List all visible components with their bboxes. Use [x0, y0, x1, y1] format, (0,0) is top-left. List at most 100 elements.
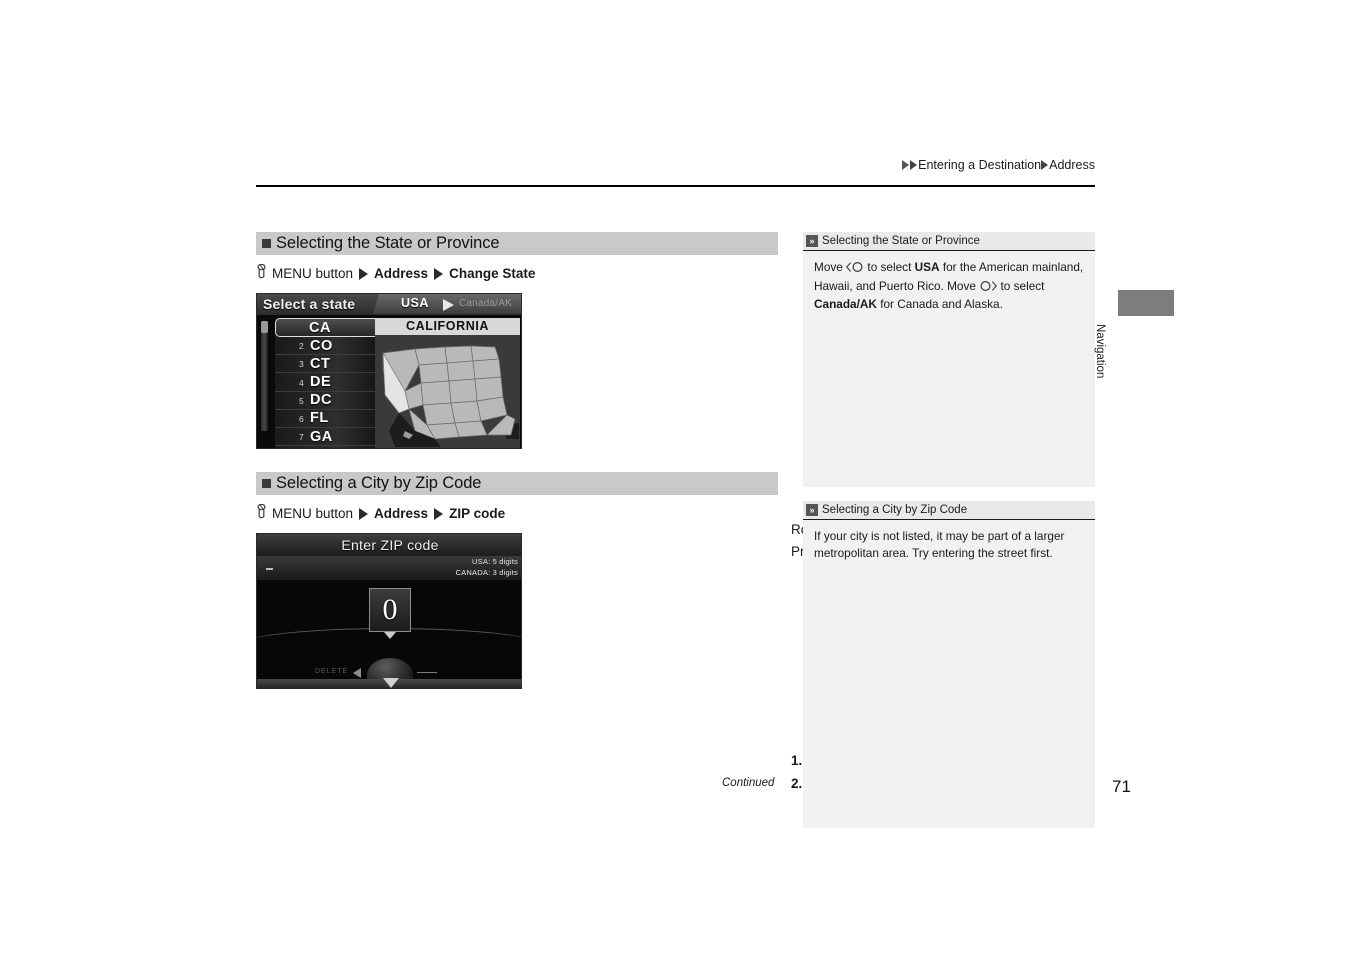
nav-screenshot-enter-zip: Enter ZIP code USA: 5 digits CANADA: 3 d… — [256, 533, 522, 689]
menu-knob-icon — [256, 263, 267, 283]
menu-path-state: MENU button Address Change State — [256, 263, 778, 283]
manual-page: Entering a Destination Address Selecting… — [0, 0, 1350, 954]
note-selecting-state: » Selecting the State or Province Move t… — [803, 232, 1095, 487]
path-arrow-icon-3 — [359, 507, 369, 520]
note-body-part-1: Move — [814, 260, 843, 274]
section-heading-state: Selecting the State or Province — [256, 232, 778, 255]
section-heading-zip: Selecting a City by Zip Code — [256, 472, 778, 495]
state-list-index: 6 — [299, 413, 304, 424]
map-state-name: CALIFORNIA — [375, 318, 520, 335]
menu-path-step-2-zip: ZIP code — [449, 506, 506, 521]
breadcrumb-arrow-icon-2 — [910, 160, 918, 170]
sidebar-notes-column: » Selecting the State or Province Move t… — [803, 232, 1095, 828]
state-list-abbr: DC — [310, 392, 332, 409]
scrollbar[interactable] — [261, 321, 268, 431]
state-list-item[interactable]: 5 DC — [275, 392, 380, 410]
state-list-index: 4 — [299, 377, 304, 388]
bottom-selector-icon — [383, 678, 399, 688]
note-title-2: Selecting a City by Zip Code — [822, 504, 968, 516]
note-body-part-4: to select — [1000, 278, 1045, 293]
breadcrumb-level-2: Address — [1049, 158, 1095, 172]
step-number-1: 1. — [791, 753, 803, 768]
screenshot-body: CA 2 CO 3 CT 4 DE 5 DC 6 FL 7 GA CALIFORNIA — [257, 315, 521, 448]
note-badge-icon: » — [806, 235, 818, 247]
note-header-2: » Selecting a City by Zip Code — [803, 501, 1095, 520]
menu-knob-icon-2 — [256, 503, 267, 523]
note-body: Move to select USA for the American main… — [803, 251, 1095, 487]
step-number-2: 2. — [791, 775, 803, 791]
note-body-part-2: to select — [867, 260, 912, 274]
zip-keyboard-area: 0 YZ0123456789ABCEGHIJKLM DELETE — [257, 580, 521, 688]
menu-path-step-1: Address — [374, 266, 429, 281]
state-map-panel: CALIFORNIA — [375, 318, 520, 448]
state-list-item[interactable]: 4 DE — [275, 373, 380, 392]
section-title-2: Selecting a City by Zip Code — [276, 474, 482, 492]
page-number: 71 — [1112, 777, 1131, 796]
joystick-left-icon — [846, 261, 864, 278]
state-list-item[interactable]: 3 CT — [275, 355, 380, 374]
menu-path-label: MENU button — [272, 266, 354, 281]
hint-usa: USA: 5 digits — [472, 557, 518, 566]
note-header: » Selecting the State or Province — [803, 232, 1095, 251]
selected-character: 0 — [382, 593, 398, 626]
tab-usa[interactable]: USA — [401, 296, 429, 310]
menu-path-zip: MENU button Address ZIP code — [256, 503, 778, 523]
tab-canada-ak[interactable]: Canada/AK — [459, 298, 512, 309]
state-list[interactable]: CA 2 CO 3 CT 4 DE 5 DC 6 FL 7 GA — [275, 318, 380, 448]
state-list-item[interactable]: 7 GA — [275, 428, 380, 447]
right-divider — [417, 672, 437, 673]
note-bold-canada: Canada/AK — [814, 297, 877, 311]
state-list-index: 3 — [299, 359, 304, 370]
zip-input-field[interactable]: USA: 5 digits CANADA: 3 digits — [257, 556, 521, 580]
state-list-abbr: CT — [310, 355, 331, 372]
screenshot-title: Select a state — [263, 296, 356, 312]
menu-path-step-2: Change State — [449, 266, 536, 281]
zip-screen-title: Enter ZIP code — [257, 534, 521, 556]
main-content-column: Selecting the State or Province MENU but… — [256, 232, 1034, 792]
section-bullet-icon — [262, 239, 271, 248]
state-list-item[interactable]: 2 CO — [275, 337, 380, 356]
selected-character-box: 0 — [369, 588, 411, 632]
note-body-part-5: for Canada and Alaska. — [880, 297, 1003, 311]
nav-screenshot-select-state: Select a state USA Canada/AK CA 2 CO 3 CT 4 DE… — [256, 293, 522, 449]
breadcrumb: Entering a Destination Address — [255, 158, 1095, 172]
state-list-index: 2 — [299, 341, 304, 352]
chapter-tab-label: Navigation — [1094, 324, 1106, 379]
scrollbar-thumb[interactable] — [261, 321, 268, 333]
note-selecting-city-zip: » Selecting a City by Zip Code If your c… — [803, 501, 1095, 828]
note-badge-icon-2: » — [806, 504, 818, 516]
tab-next-arrow-icon — [443, 299, 454, 311]
note-body-2: If your city is not listed, it may be pa… — [803, 520, 1095, 828]
state-list-item[interactable]: 6 FL — [275, 410, 380, 428]
state-list-abbr: CA — [309, 319, 331, 336]
path-arrow-icon — [359, 267, 369, 280]
menu-path-label-2: MENU button — [272, 506, 354, 521]
section-title: Selecting the State or Province — [276, 234, 500, 252]
delete-label[interactable]: DELETE — [315, 668, 348, 675]
breadcrumb-level-1: Entering a Destination — [918, 158, 1042, 172]
breadcrumb-arrow-icon-3 — [1041, 160, 1049, 170]
delete-arrow-icon[interactable] — [353, 668, 361, 678]
menu-path-step-1-zip: Address — [374, 506, 429, 521]
header-rule — [256, 185, 1095, 187]
state-list-index: 7 — [299, 432, 304, 443]
note-title: Selecting the State or Province — [822, 235, 980, 247]
chapter-tab-block — [1118, 290, 1174, 316]
path-arrow-icon-2 — [434, 267, 444, 280]
state-list-index: 5 — [299, 395, 304, 406]
continued-label: Continued — [722, 777, 775, 789]
joystick-right-icon — [979, 280, 998, 297]
state-list-abbr: CO — [310, 337, 333, 354]
usa-map-image — [375, 335, 520, 448]
path-arrow-icon-4 — [434, 507, 444, 520]
zip-digit-hint: USA: 5 digits CANADA: 3 digits — [456, 557, 518, 578]
zip-entry-placeholder — [266, 568, 273, 570]
section-bullet-icon-2 — [262, 479, 271, 488]
state-list-abbr: GA — [310, 428, 333, 445]
note-bold-usa: USA — [914, 260, 940, 274]
state-list-abbr: DE — [310, 373, 332, 390]
breadcrumb-arrow-icon — [902, 160, 910, 170]
hint-canada: CANADA: 3 digits — [455, 567, 518, 577]
state-list-item[interactable]: CA — [275, 318, 380, 337]
state-list-abbr: FL — [310, 410, 329, 427]
